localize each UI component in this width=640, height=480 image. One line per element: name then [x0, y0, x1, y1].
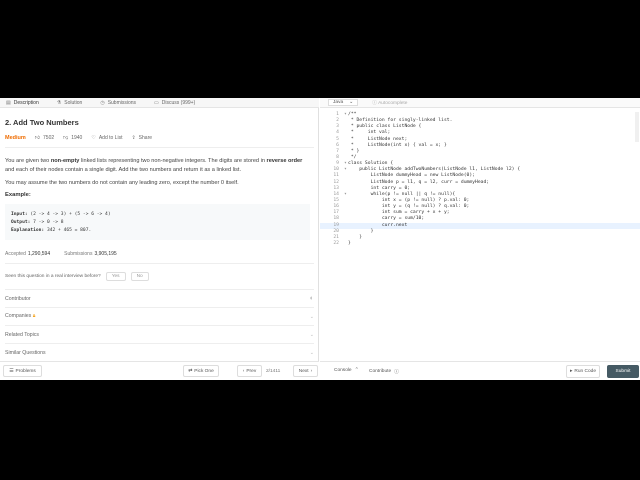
- editor-panel: Java ⌄ ⓘ Autocomplete 1 ▾/** 2 * Definitio…: [320, 98, 640, 380]
- interview-question: Seen this question in a real interview b…: [5, 272, 314, 282]
- tab-submissions[interactable]: ◷ Submissions: [94, 98, 148, 108]
- info-icon: ⓘ: [394, 370, 399, 375]
- chevron-down-icon: ⌄: [309, 313, 314, 320]
- code-text: }: [348, 240, 351, 246]
- code-editor[interactable]: 1 ▾/** 2 * Definition for singly-linked li…: [320, 112, 640, 358]
- yes-button[interactable]: Yes: [105, 272, 126, 282]
- section-similar-questions[interactable]: Similar Questions ⌄: [5, 343, 314, 361]
- prev-button[interactable]: ‹ Prev: [237, 365, 262, 377]
- section-related-topics[interactable]: Related Topics ⌄: [5, 325, 314, 343]
- tab-discuss[interactable]: ▭ Discuss (999+): [148, 98, 207, 108]
- pick-one-button[interactable]: ⇄ Pick One: [183, 365, 219, 377]
- divider: [5, 147, 314, 148]
- page-indicator: 2/1411: [266, 369, 281, 374]
- chevron-down-icon: ⌄: [349, 100, 354, 105]
- section-companies[interactable]: Companies 🔒︎ ⌄: [5, 307, 314, 325]
- chevron-down-icon: ⌄: [309, 349, 314, 356]
- chevron-left-icon: ‹: [242, 368, 245, 374]
- thumbs-down-icon: 👎︎: [63, 135, 69, 141]
- problem-meta: Medium 👍︎ 7502 👎︎ 1940 ♡ Add to List ⇪ S…: [5, 135, 314, 141]
- run-code-button[interactable]: ▸ Run Code: [566, 365, 600, 378]
- editor-toolbar: Java ⌄ ⓘ Autocomplete: [320, 98, 640, 108]
- line-number: 22: [333, 240, 339, 246]
- editor-scrollbar[interactable]: [635, 112, 639, 142]
- problems-button[interactable]: ☰ Problems: [3, 365, 42, 377]
- heart-icon: ♡: [91, 135, 96, 141]
- chat-icon: ▭: [154, 100, 159, 106]
- clock-icon: ◷: [100, 100, 105, 106]
- list-icon: ☰: [9, 368, 14, 374]
- add-to-list-button[interactable]: ♡ Add to List: [91, 135, 122, 141]
- avatar-icon: ◐: [309, 295, 314, 303]
- next-button[interactable]: Next ›: [293, 365, 318, 377]
- divider: [5, 263, 314, 265]
- share-icon: ⇪: [131, 135, 136, 141]
- problem-panel: ▤ Description ⚗ Solution ◷ Submissions ▭…: [0, 98, 319, 380]
- editor-bottom-bar: Console ⌃ Contribute ⓘ ▸ Run Code Submit: [320, 361, 640, 380]
- submit-button[interactable]: Submit: [607, 365, 639, 378]
- like-button[interactable]: 👍︎ 7502: [35, 135, 54, 141]
- tab-description[interactable]: ▤ Description: [0, 98, 51, 108]
- leetcode-app: ▤ Description ⚗ Solution ◷ Submissions ▭…: [0, 98, 640, 380]
- problem-tabs: ▤ Description ⚗ Solution ◷ Submissions ▭…: [0, 98, 319, 108]
- play-icon: ▸: [569, 369, 573, 374]
- chevron-up-icon: ⌃: [354, 368, 359, 373]
- problem-description: You are given two non-empty linked lists…: [5, 158, 303, 173]
- no-button[interactable]: No: [130, 272, 149, 282]
- example-label: Example:: [5, 192, 31, 199]
- thumbs-up-icon: 👍︎: [34, 135, 41, 141]
- info-icon: ⓘ: [372, 101, 377, 106]
- problem-note: You may assume the two numbers do not co…: [5, 180, 239, 187]
- shuffle-icon: ⇄: [188, 368, 193, 374]
- lock-icon: 🔒︎: [32, 313, 36, 320]
- code-text: * ListNode(int x) { val = x; }: [348, 142, 447, 148]
- dislike-button[interactable]: 👎︎ 1940: [63, 135, 82, 141]
- problem-bottom-bar: ☰ Problems ⇄ Pick One ‹ Prev 2/1411 Next…: [0, 361, 319, 380]
- section-contributor[interactable]: Contributor ◐: [5, 289, 314, 307]
- language-select[interactable]: Java ⌄: [328, 99, 359, 106]
- problem-content[interactable]: 2. Add Two Numbers Medium 👍︎ 7502 👎︎ 194…: [0, 108, 319, 361]
- autocomplete-toggle[interactable]: ⓘ Autocomplete: [372, 99, 407, 106]
- chevron-down-icon: ⌄: [309, 331, 314, 338]
- problem-stats: Accepted 1,290,594 Submissions 3,905,195: [5, 251, 117, 258]
- example-block: Input: (2 -> 4 -> 3) + (5 -> 6 -> 4) Out…: [5, 204, 310, 241]
- chevron-right-icon: ›: [310, 368, 313, 374]
- difficulty-badge: Medium: [5, 135, 26, 141]
- console-button[interactable]: Console ⌃: [334, 368, 359, 373]
- tab-solution[interactable]: ⚗ Solution: [51, 98, 95, 108]
- document-icon: ▤: [6, 100, 11, 106]
- share-button[interactable]: ⇪ Share: [131, 135, 152, 141]
- problem-title: 2. Add Two Numbers: [5, 118, 79, 127]
- flask-icon: ⚗: [56, 100, 62, 106]
- contribute-button[interactable]: Contribute ⓘ: [369, 368, 399, 375]
- code-line[interactable]: 22 }: [320, 241, 640, 247]
